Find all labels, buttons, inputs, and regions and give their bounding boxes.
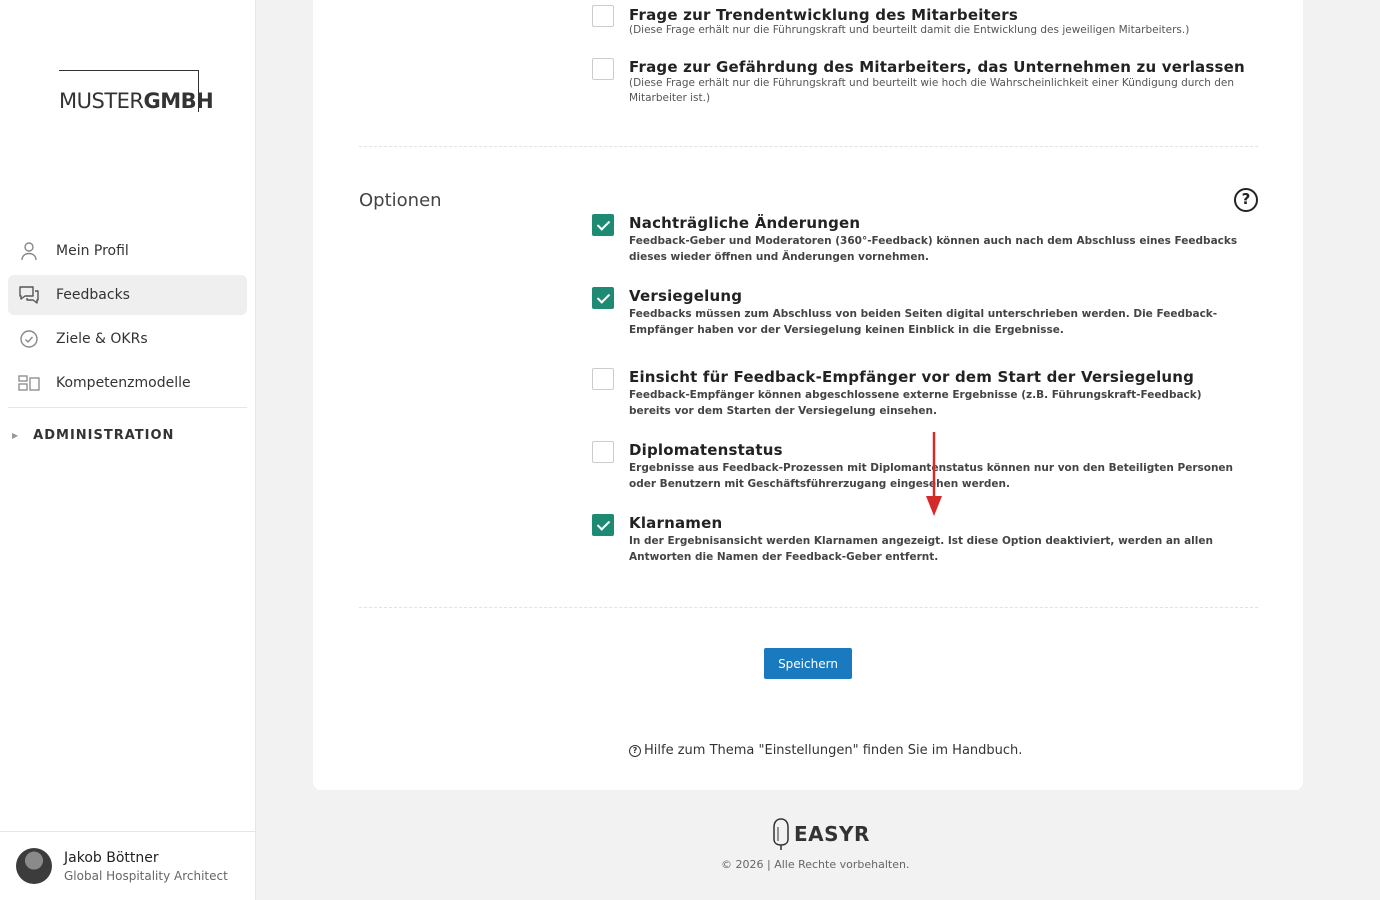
user-name: Jakob Böttner [64,850,159,866]
option-description: (Diese Frage erhält nur die Führungskraf… [629,24,1190,36]
sidebar-item-label: Mein Profil [56,243,129,259]
option-description: Feedbacks müssen zum Abschluss von beide… [629,308,1218,336]
caret-right-icon: ▶ [12,431,20,440]
chat-icon [18,284,40,306]
option-description: In der Ergebnisansicht werden Klarnamen … [629,535,1213,563]
help-icon[interactable]: ? [1234,188,1258,212]
sidebar-item-label: Kompetenzmodelle [56,375,191,391]
user-role: Global Hospitality Architect [64,869,228,883]
option-title: Frage zur Gefährdung des Mitarbeiters, d… [629,58,1245,76]
sidebar-item-mein-profil[interactable]: Mein Profil [8,231,247,271]
option-title: Diplomatenstatus [629,441,783,459]
checkbox-diplomatenstatus[interactable] [592,441,614,463]
grid-icon [18,372,40,394]
section-divider [359,146,1258,147]
section-divider [359,607,1258,608]
logo-text-gmbh: GMBH [143,89,214,113]
option-title: Einsicht für Feedback-Empfänger vor dem … [629,368,1195,386]
help-hint: ? Hilfe zum Thema "Einstellungen" finden… [629,743,1022,758]
person-icon [18,240,40,262]
checkbox-einsicht-empfaenger[interactable] [592,368,614,390]
option-description: (Diese Frage erhält nur die Führungskraf… [629,77,1235,104]
avatar [16,848,52,884]
option-title: Frage zur Trendentwicklung des Mitarbeit… [629,6,1019,24]
section-title-optionen: Optionen [359,190,442,211]
main-nav: Mein Profil Feedbacks Ziele & OKRs Kompe… [8,231,247,407]
sidebar-item-kompetenzmodelle[interactable]: Kompetenzmodelle [8,363,247,403]
checkbox-klarnamen[interactable] [592,514,614,536]
checkbox-nachtraegliche-aenderungen[interactable] [592,214,614,236]
company-logo[interactable]: MUSTERGMBH [59,70,214,113]
annotation-arrow-icon [926,432,942,516]
nav-divider [8,407,247,408]
sidebar-item-label: Feedbacks [56,287,130,303]
checkbox-versiegelung[interactable] [592,287,614,309]
footer-brand: EASYR [794,822,870,846]
user-profile[interactable]: Jakob Böttner Global Hospitality Archite… [0,831,255,900]
footer-logo: EASYR [772,817,870,851]
option-title: Versiegelung [629,287,743,305]
sidebar-item-ziele-okrs[interactable]: Ziele & OKRs [8,319,247,359]
question-circle-icon: ? [629,744,641,757]
sidebar-item-label: Ziele & OKRs [56,331,148,347]
sidebar-item-administration[interactable]: ▶ ADMINISTRATION [12,428,174,443]
option-title: Nachträgliche Änderungen [629,214,861,232]
option-description: Feedback-Geber und Moderatoren (360°-Fee… [629,235,1238,263]
sidebar-item-feedbacks[interactable]: Feedbacks [8,275,247,315]
handbook-help-link[interactable]: Hilfe zum Thema "Einstellungen" finden S… [644,743,1022,758]
check-circle-icon [18,328,40,350]
sidebar: MUSTERGMBH Mein Profil Feedbacks Ziele &… [0,0,256,900]
logo-text-muster: MUSTER [59,89,144,113]
save-button[interactable]: Speichern [764,648,852,679]
admin-label: ADMINISTRATION [33,428,175,443]
easyr-logo-icon [773,818,789,850]
option-description: Feedback-Empfänger können abgeschlossene… [629,389,1202,417]
checkbox-trendentwicklung[interactable] [592,5,614,27]
option-title: Klarnamen [629,514,723,532]
copyright-text: © 2026 | Alle Rechte vorbehalten. [721,858,910,871]
checkbox-gefaehrdung[interactable] [592,58,614,80]
